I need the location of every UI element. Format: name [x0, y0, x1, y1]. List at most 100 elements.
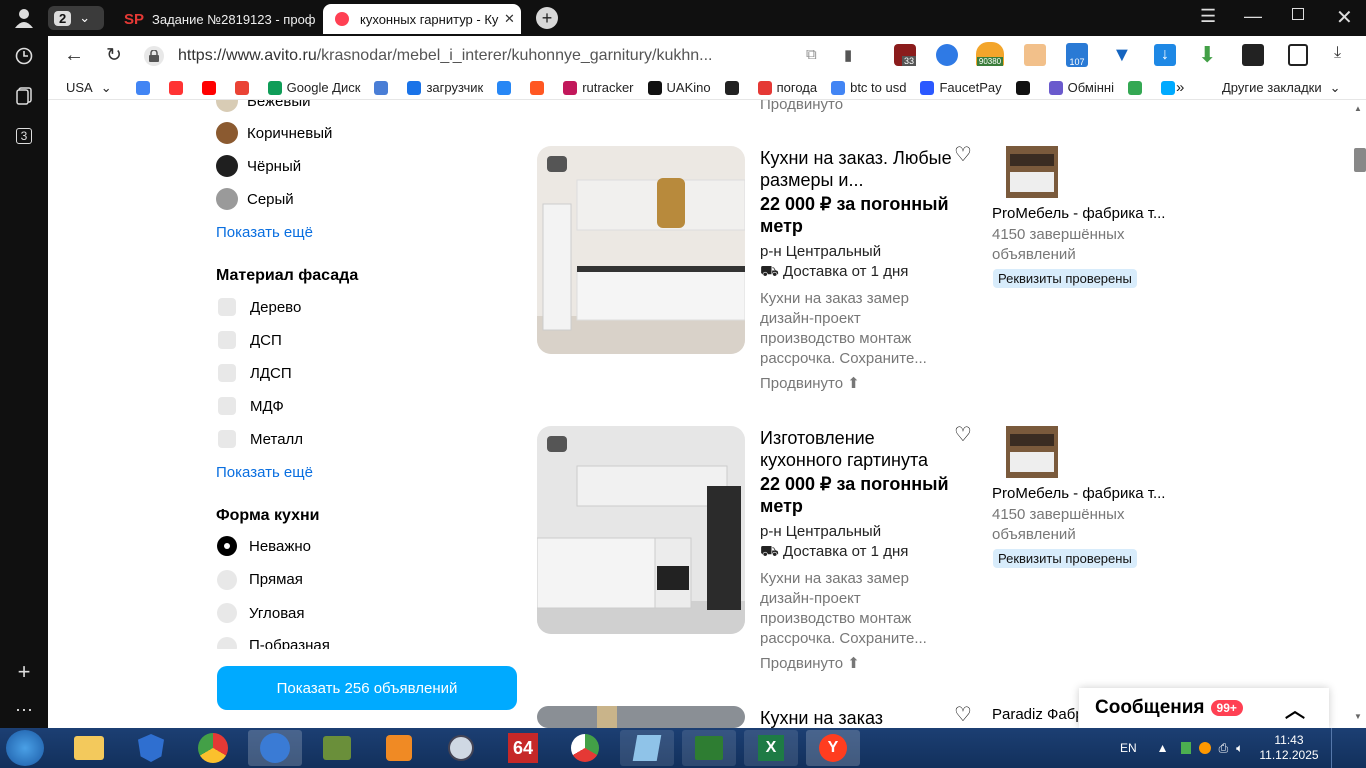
color-option[interactable]: Серый [216, 188, 294, 210]
torrent-app-icon[interactable] [310, 730, 364, 766]
media-player-icon[interactable] [372, 730, 426, 766]
bookmark-item[interactable]: FaucetPay [920, 80, 1002, 95]
seller-name[interactable]: Paradiz Фабр [992, 706, 1078, 723]
network-icon[interactable]: ⎙ [1219, 741, 1229, 756]
shape-radio[interactable]: Прямая [217, 569, 303, 590]
show-more-colors-link[interactable]: Показать ещё [216, 224, 313, 241]
listing-image[interactable] [537, 706, 745, 728]
checkbox[interactable] [218, 397, 236, 415]
bookmark-item[interactable]: загрузчик [407, 80, 483, 95]
bookmark-item[interactable] [1127, 80, 1147, 95]
globe-extension-icon[interactable] [936, 44, 958, 66]
bookmark-item[interactable]: UAKino [647, 80, 711, 95]
bookmark-icon[interactable]: ▮ [844, 46, 852, 64]
checkbox[interactable] [218, 430, 236, 448]
radio-button[interactable] [217, 536, 237, 556]
shape-radio[interactable]: Неважно [217, 536, 311, 556]
favorite-heart-icon[interactable]: ♡ [954, 142, 972, 167]
add-icon[interactable]: + [10, 658, 38, 686]
bookmark-item[interactable] [724, 80, 744, 95]
battery-icon[interactable] [1180, 742, 1191, 754]
new-tab-button[interactable]: + [536, 7, 558, 29]
bookmark-item[interactable] [374, 80, 393, 95]
shield-app-icon[interactable] [124, 730, 178, 766]
show-results-button[interactable]: Показать 256 объявлений [217, 666, 517, 710]
facade-checkbox[interactable]: ДСП [218, 331, 282, 349]
calendar-extension-icon[interactable]: 107 [1066, 43, 1088, 67]
bookmarks-more-icon[interactable]: » [1176, 79, 1184, 96]
collections-icon[interactable] [10, 82, 38, 110]
show-hidden-icons[interactable]: ▲ [1157, 741, 1169, 755]
favorite-heart-icon[interactable]: ♡ [954, 702, 972, 727]
color-option[interactable]: Чёрный [216, 155, 301, 177]
download-extension-icon[interactable]: ↓ [1154, 44, 1176, 66]
bookmark-item[interactable] [234, 80, 254, 95]
reload-icon[interactable]: ↻ [106, 44, 122, 67]
clock[interactable]: 11:43 11.12.2025 [1259, 733, 1318, 763]
box-extension-icon[interactable] [1024, 44, 1046, 66]
seller-avatar[interactable] [1006, 426, 1058, 478]
scroll-thumb[interactable] [1354, 148, 1366, 172]
excel-icon[interactable]: X [744, 730, 798, 766]
tab-avito[interactable]: кухонных гарнитур - Ку ✕ [323, 4, 521, 34]
bookmark-item[interactable] [530, 80, 549, 95]
scrollbar[interactable]: ▲ ▼ [1350, 100, 1366, 728]
chart-app-icon[interactable] [558, 730, 612, 766]
back-icon[interactable]: ← [64, 44, 84, 67]
address-bar[interactable]: https://www.avito.ru/krasnodar/mebel_i_i… [178, 42, 758, 70]
notes-app-icon[interactable] [620, 730, 674, 766]
facade-checkbox[interactable]: МДФ [218, 397, 284, 415]
extension-icon[interactable]: 33 [894, 44, 916, 66]
checkbox[interactable] [218, 298, 236, 316]
minimize-icon[interactable]: — [1244, 6, 1262, 27]
radio-button[interactable] [217, 636, 237, 649]
listing-title[interactable]: Кухни на заказ [760, 707, 960, 728]
clock-app-icon[interactable] [434, 730, 488, 766]
tab-task[interactable]: SP Задание №2819123 - проф [124, 4, 320, 34]
lock-icon[interactable] [144, 46, 164, 66]
messages-panel[interactable]: Сообщения 99+ ︿ [1079, 688, 1329, 728]
show-desktop-button[interactable] [1330, 728, 1343, 768]
tab-group-button[interactable]: 2 ⌄ [48, 6, 104, 30]
browser-app-icon[interactable] [248, 730, 302, 766]
download-arrow-icon[interactable]: ⬇ [1198, 42, 1216, 68]
other-bookmarks[interactable]: Другие закладки ⌄ [1222, 80, 1341, 96]
listing-title[interactable]: Изготовление кухонного гартинута [760, 427, 960, 471]
app-tray-icon[interactable] [1198, 742, 1211, 754]
share-icon[interactable]: ⧉ [806, 46, 817, 63]
downloads-icon[interactable]: ⤓ [1334, 44, 1341, 62]
bookmark-item[interactable] [497, 80, 516, 95]
seller-name[interactable]: ProМебель - фабрика т... [992, 205, 1172, 222]
explorer-icon[interactable] [62, 730, 116, 766]
color-option[interactable]: Бежевый [216, 100, 311, 112]
volume-icon[interactable]: 🔈︎ [1236, 741, 1243, 756]
seller-avatar[interactable] [1006, 146, 1058, 198]
restore-icon[interactable] [1292, 8, 1304, 20]
more-icon[interactable]: ⋯ [10, 696, 38, 724]
listing-image[interactable] [537, 426, 745, 634]
gauge-extension-icon[interactable]: 90380 [976, 42, 1004, 66]
bookmark-item[interactable]: Обмінні [1048, 80, 1114, 95]
bookmark-item[interactable] [168, 80, 188, 95]
shape-radio[interactable]: П-образная [217, 636, 330, 649]
yandex-browser-icon[interactable]: Y [806, 730, 860, 766]
bookmark-item[interactable] [135, 80, 155, 95]
radio-button[interactable] [217, 603, 237, 623]
app-64-icon[interactable]: 64 [496, 730, 550, 766]
color-option[interactable]: Коричневый [216, 122, 332, 144]
chrome-icon[interactable] [186, 730, 240, 766]
bookmark-item[interactable]: btc to usd [831, 80, 906, 95]
bookmark-item[interactable]: погода [757, 80, 817, 95]
language-indicator[interactable]: EN [1120, 741, 1137, 755]
profile-icon[interactable] [10, 4, 38, 32]
favorite-heart-icon[interactable]: ♡ [954, 422, 972, 447]
bookmark-item[interactable] [201, 80, 221, 95]
radio-button[interactable] [217, 569, 237, 590]
bookmark-item[interactable]: rutracker [563, 80, 634, 95]
listing-image[interactable] [537, 146, 745, 354]
scroll-down-icon[interactable]: ▼ [1354, 712, 1362, 721]
history-icon[interactable] [10, 42, 38, 70]
scroll-up-icon[interactable]: ▲ [1354, 104, 1362, 113]
bookmark-item[interactable]: USA ⌄ [66, 80, 112, 96]
diamond-extension-icon[interactable]: ▼ [1112, 44, 1132, 67]
